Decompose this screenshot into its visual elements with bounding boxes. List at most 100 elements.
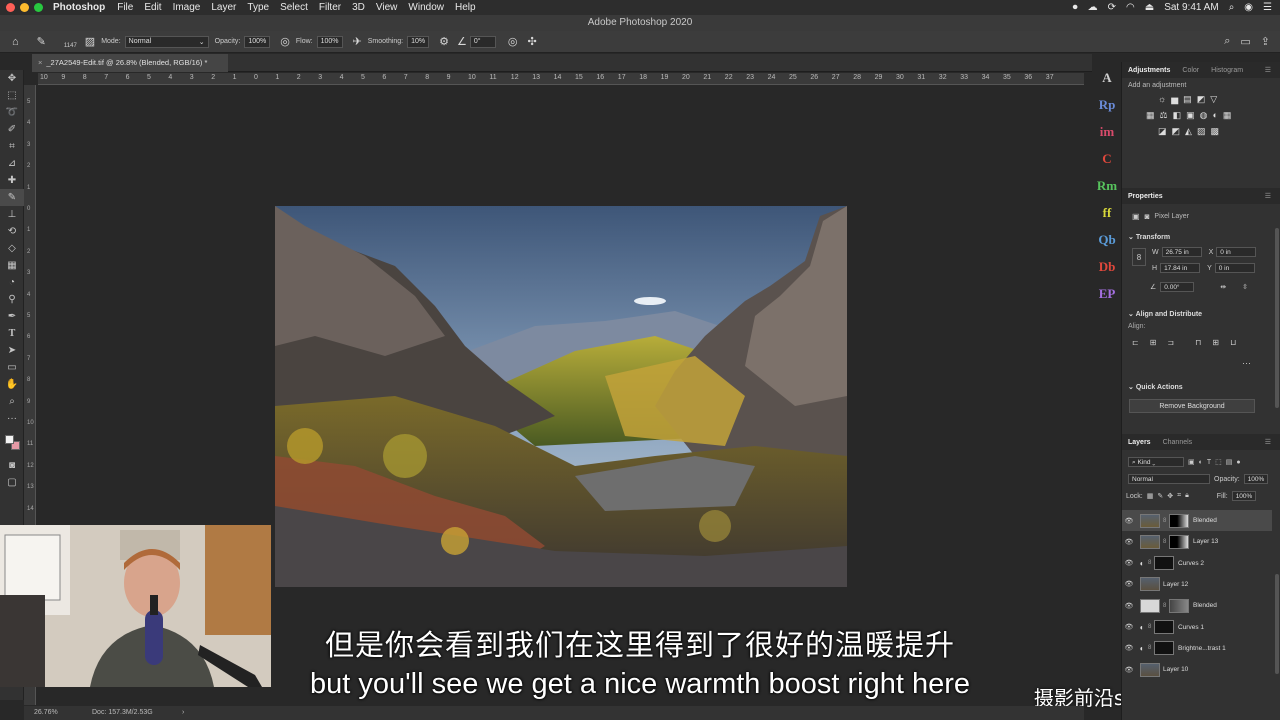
align-hcenter-icon[interactable]: ⊞ [1150,338,1157,347]
mode-select[interactable]: Normal ⌄ [124,35,209,48]
align-left-icon[interactable]: ⊏ [1132,338,1139,347]
tab-histogram[interactable]: Histogram [1205,67,1249,74]
lock-pixels-icon[interactable]: ✎ [1157,492,1163,500]
rotation-field[interactable]: 0.00° [1160,282,1195,292]
layer-row[interactable]: 👁︎ Layer 10 [1122,659,1272,680]
layer-mask-thumbnail[interactable] [1154,641,1174,656]
panel-menu-icon[interactable]: ☰ [1259,192,1277,200]
visibility-eye-icon[interactable]: 👁︎ [1122,623,1136,631]
opacity-field[interactable]: 100% [244,35,271,48]
healing-brush-tool-icon[interactable]: ✚ [0,172,24,189]
wifi-icon[interactable]: ◠ [1126,2,1135,13]
layer-thumbnail[interactable] [1140,577,1160,592]
chevron-right-icon[interactable]: › [182,706,184,720]
hand-tool-icon[interactable]: ✋ [0,376,24,393]
pressure-size-icon[interactable]: ◎ [508,35,518,48]
layer-opacity-field[interactable]: 100% [1243,474,1269,484]
move-tool-icon[interactable]: ✥ [0,70,24,87]
layer-thumbnail[interactable] [1140,662,1160,677]
path-select-tool-icon[interactable]: ➤ [0,342,24,359]
filter-shape-icon[interactable]: ⬚ [1215,458,1222,466]
brush-size-readout[interactable]: 1147 [64,43,77,49]
grid-icon[interactable]: ▦ [1223,110,1232,121]
invert-icon[interactable]: ◪ [1158,126,1167,137]
chevron-down-icon[interactable]: ⌄ [1128,384,1134,391]
clock-text[interactable]: Sat 9:41 AM [1164,2,1218,13]
layer-mask-thumbnail[interactable] [1169,534,1189,549]
chevron-down-icon[interactable]: ⌄ [1128,311,1134,318]
layer-row[interactable]: 👁︎ 8 Blended [1122,595,1272,616]
levels-icon[interactable]: ▅ [1171,94,1178,105]
close-window-button[interactable] [6,3,15,12]
vibrance-icon[interactable]: ▽ [1210,94,1217,105]
menu-filter[interactable]: Filter [319,2,341,13]
zoom-window-button[interactable] [34,3,43,12]
properties-scrollbar[interactable] [1275,228,1279,408]
angle-field[interactable]: 0° [469,35,496,48]
align-bottom-icon[interactable]: ⊔ [1230,338,1236,347]
menu-view[interactable]: View [376,2,398,13]
symmetry-icon[interactable]: ✣ [528,35,537,48]
gear-icon[interactable]: ⚙ [439,35,449,48]
quick-select-tool-icon[interactable]: ✐ [0,121,24,138]
close-tab-icon[interactable]: × [38,58,42,67]
layer-mask-thumbnail[interactable] [1154,620,1174,634]
menu-window[interactable]: Window [408,2,444,13]
x-field[interactable]: 0 in [1216,247,1257,257]
hue-saturation-icon[interactable]: ▦ [1146,110,1155,121]
plugin-icon[interactable]: A [1094,64,1120,91]
plugin-icon[interactable]: Db [1094,253,1120,280]
threshold-icon[interactable]: ◭ [1185,126,1192,137]
airbrush-icon[interactable]: ✈ [353,35,362,48]
layer-row[interactable]: 👁︎ 8 Blended [1122,510,1272,531]
lock-position-icon[interactable]: ✥ [1167,492,1173,500]
share-icon[interactable]: ⇪ [1261,35,1270,48]
sync-icon[interactable]: ⟳ [1108,2,1116,13]
plugin-icon[interactable]: Rm [1094,172,1120,199]
eyedropper-tool-icon[interactable]: ⊿ [0,155,24,172]
pen-tool-icon[interactable]: ✒ [0,308,24,325]
history-brush-tool-icon[interactable]: ⟲ [0,223,24,240]
flip-vertical-icon[interactable]: ⇳ [1242,283,1248,291]
height-field[interactable]: 17.84 in [1160,263,1201,273]
channel-mixer-icon[interactable]: ◍ [1200,110,1208,121]
align-vcenter-icon[interactable]: ⊞ [1212,338,1219,347]
brush-tool-icon[interactable]: ✎ [0,189,24,206]
plugin-icon[interactable]: EP [1094,280,1120,307]
workspace-icon[interactable]: ▭ [1240,35,1250,48]
color-balance-icon[interactable]: ⚖ [1160,110,1168,121]
cloud-icon[interactable]: ☁ [1088,2,1098,13]
plugin-icon[interactable]: Rp [1094,91,1120,118]
document-tab[interactable]: × _27A2549-Edit.tif @ 26.8% (Blended, RGB… [32,54,228,72]
layer-row[interactable]: 👁︎ 8 Layer 13 [1122,531,1272,552]
brush-tool-icon[interactable]: ✎ [37,35,46,48]
more-tools-icon[interactable]: ··· [0,410,24,427]
menu-type[interactable]: Type [247,2,269,13]
blend-mode-select[interactable]: Normal [1128,474,1210,484]
filter-toggle-icon[interactable]: ● [1236,459,1240,466]
width-field[interactable]: 26.75 in [1161,247,1202,257]
blur-tool-icon[interactable]: ◔ [0,274,24,291]
plugin-icon[interactable]: C [1094,145,1120,172]
plugin-icon[interactable]: Qb [1094,226,1120,253]
y-field[interactable]: 0 in [1214,263,1255,273]
menu-layer[interactable]: Layer [211,2,236,13]
mask-icon[interactable]: ◙ [1145,212,1150,221]
minimize-window-button[interactable] [20,3,29,12]
filter-smart-icon[interactable]: ▤ [1226,458,1233,466]
layers-scrollbar[interactable] [1275,574,1279,674]
panel-menu-icon[interactable]: ☰ [1259,66,1277,74]
visibility-eye-icon[interactable]: 👁︎ [1122,517,1136,525]
flip-horizontal-icon[interactable]: ⇹ [1220,283,1226,291]
visibility-eye-icon[interactable]: 👁︎ [1122,559,1136,567]
plugin-icon[interactable]: ff [1094,199,1120,226]
remove-background-button[interactable]: Remove Background [1129,399,1255,413]
brightness-contrast-icon[interactable]: ☼ [1158,94,1166,105]
menu-3d[interactable]: 3D [352,2,365,13]
layer-row[interactable]: 👁︎ Layer 12 [1122,574,1272,595]
menu-help[interactable]: Help [455,2,476,13]
black-white-icon[interactable]: ◧ [1173,110,1182,121]
flow-field[interactable]: 100% [316,35,343,48]
home-icon[interactable]: ⌂ [12,36,19,48]
quick-mask-icon[interactable]: ◙ [0,457,24,474]
